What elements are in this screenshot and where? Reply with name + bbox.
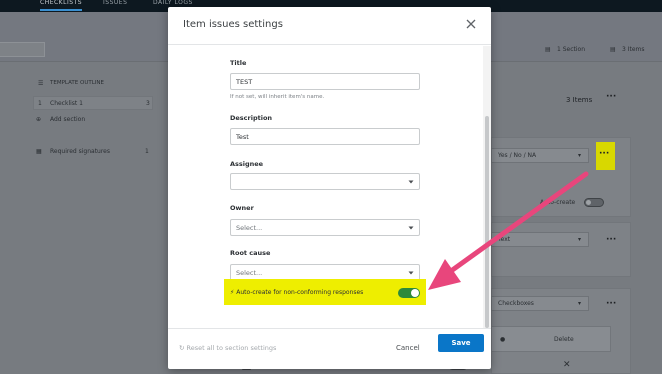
item-issues-settings-modal: Item issues settings Title TEST If not s… [168,7,491,369]
chevron-down-icon: ▾ [578,236,582,243]
response-type-value-3: Checkboxes [498,300,534,307]
modal-title: Item issues settings [183,19,283,30]
reset-icon: ↻ [179,344,185,352]
modal-footer: ↻ Reset all to section settings Cancel S… [168,328,491,369]
auto-create-toggle[interactable] [398,288,420,298]
owner-label: Owner [230,204,254,212]
more-icon[interactable]: ··· [599,149,609,159]
add-section-link[interactable]: Add section [50,116,85,123]
response-type-value-1: Yes / No / NA [498,152,537,159]
plus-icon: ⊕ [36,116,42,123]
checkbox-options-header: ● Delete [491,326,611,352]
root-cause-label: Root cause [230,249,271,257]
assignee-select[interactable] [230,173,420,190]
section-count-icon: ▤ [545,46,551,53]
description-label: Description [230,114,273,122]
auto-create-label-bg: Auto-create [540,199,576,206]
tab-checklists[interactable]: CHECKLISTS [40,0,83,11]
owner-placeholder: Select... [236,224,263,232]
chevron-down-icon: ▾ [578,300,582,307]
delete-label[interactable]: Delete [554,336,574,343]
cancel-button[interactable]: Cancel [396,344,420,352]
outline-checklist-number: 1 [38,100,42,107]
chevron-down-icon: ▾ [578,152,582,159]
tab-daily-logs[interactable]: DAILY LOGS [153,0,193,6]
save-button[interactable]: Save [438,334,484,352]
close-icon[interactable] [464,17,478,31]
section-count: 1 Section [557,46,586,53]
root-cause-placeholder: Select... [236,269,263,277]
outline-checklist-count: 3 [146,100,150,107]
auto-create-toggle-bg[interactable] [584,198,604,207]
outline-checklist-name: Checklist 1 [50,100,83,107]
required-signatures[interactable]: Required signatures [50,148,110,155]
document-icon: ▦ [36,148,42,155]
reset-link[interactable]: ↻ Reset all to section settings [179,344,276,352]
title-label: Title [230,59,247,67]
search-input[interactable] [0,42,45,57]
description-input[interactable]: Test [230,128,420,145]
chevron-down-icon [408,226,414,230]
item-card-2 [491,222,631,277]
owner-select[interactable]: Select... [230,219,420,236]
auto-create-row: ⚡ Auto-create for non-conforming response… [230,289,363,296]
items-count-header: 3 Items [566,96,593,104]
outline-icon: ☰ [38,80,44,87]
chevron-down-icon [408,271,414,275]
more-icon[interactable]: ··· [606,92,616,102]
modal-body: Title TEST If not set, will inherit item… [168,46,483,328]
modal-scrollbar[interactable] [483,46,491,328]
item-count: 3 Items [622,46,645,53]
assignee-label: Assignee [230,160,264,168]
more-icon[interactable]: ··· [606,235,616,245]
response-type-value-2: Text [498,236,511,243]
response-type-select-3[interactable]: Checkboxes ▾ [491,296,589,311]
modal-header: Item issues settings [168,7,491,45]
chevron-down-icon [408,180,414,184]
auto-create-label: Auto-create for non-conforming responses [236,289,364,296]
outline-title: TEMPLATE OUTLINE [50,80,104,86]
reset-label: Reset all to section settings [186,344,277,352]
outline-checklist-row[interactable]: 1 Checklist 1 3 [33,96,153,110]
title-hint: If not set, will inherit item's name. [230,94,325,100]
close-icon[interactable]: ✕ [563,360,571,370]
required-signatures-count: 1 [145,148,149,155]
scrollbar-thumb[interactable] [485,116,489,328]
title-input[interactable]: TEST [230,73,420,90]
response-type-select-2[interactable]: Text ▾ [491,232,589,247]
response-type-select-1[interactable]: Yes / No / NA ▾ [491,148,589,163]
help-icon: ● [500,336,506,343]
lightning-icon: ⚡ [230,289,235,296]
item-count-icon: ▤ [610,46,616,53]
more-icon[interactable]: ··· [606,299,616,309]
tab-issues[interactable]: ISSUES [103,0,127,6]
